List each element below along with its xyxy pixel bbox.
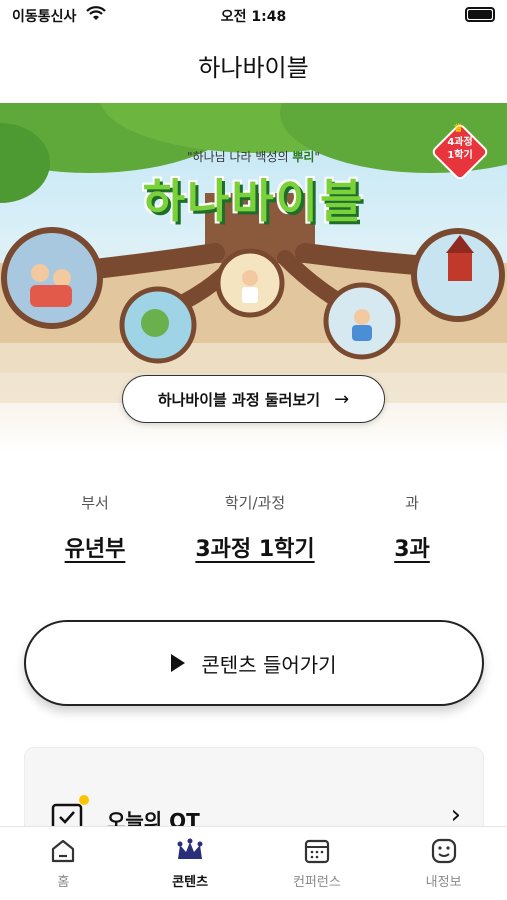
clock: 오전 1:48 <box>220 9 287 25</box>
badge-crown-icon: ♛ <box>453 121 464 135</box>
department-selector[interactable]: 부서 유년부 <box>40 492 150 563</box>
tab-my-info[interactable]: 내정보 <box>380 827 507 900</box>
badge-line1: 4과정 <box>447 137 473 148</box>
tab-bar: 홈 콘텐츠 컨퍼런스 내정보 <box>0 826 507 900</box>
course-overview-button[interactable]: 하나바이블 과정 둘러보기 → <box>122 375 385 423</box>
battery-icon <box>465 7 495 22</box>
page-title: 하나바이블 <box>198 54 309 82</box>
home-icon <box>52 839 75 863</box>
department-label: 부서 <box>81 494 109 512</box>
tab-conference-label: 컨퍼런스 <box>292 875 341 890</box>
crown-icon <box>177 838 203 859</box>
tab-contents-label: 콘텐츠 <box>172 875 209 890</box>
department-value[interactable]: 유년부 <box>40 531 150 563</box>
enter-content-button[interactable]: 콘텐츠 들어가기 <box>24 620 484 706</box>
enter-content-label: 콘텐츠 들어가기 <box>201 652 337 677</box>
lesson-value[interactable]: 3과 <box>362 531 462 563</box>
tagline-prefix: "하나님 나라 백성의 <box>187 150 293 164</box>
course-overview-label: 하나바이블 과정 둘러보기 <box>157 390 321 409</box>
tagline-emphasis: 뿌리 <box>292 150 315 164</box>
course-badge: ♛ 4과정 1학기 <box>430 121 490 182</box>
arrow-right-icon: → <box>334 388 350 410</box>
status-bar: 이동통신사 오전 1:48 <box>0 0 507 30</box>
term-selector[interactable]: 학기/과정 3과정 1학기 <box>170 492 340 563</box>
notification-dot <box>79 795 89 805</box>
play-icon <box>171 654 186 672</box>
term-value[interactable]: 3과정 1학기 <box>170 531 340 563</box>
tab-home-label: 홈 <box>57 875 70 890</box>
tab-contents[interactable]: 콘텐츠 <box>127 827 254 900</box>
tab-my-info-label: 내정보 <box>425 875 462 890</box>
tab-home[interactable]: 홈 <box>0 827 127 900</box>
smiley-icon <box>431 838 456 864</box>
badge-line2: 1학기 <box>447 150 473 161</box>
tagline-suffix: " <box>314 150 320 164</box>
term-label: 학기/과정 <box>224 494 286 512</box>
lesson-label: 과 <box>405 494 419 512</box>
tab-conference[interactable]: 컨퍼런스 <box>254 827 381 900</box>
lesson-selector[interactable]: 과 3과 <box>362 492 462 563</box>
calendar-icon <box>304 839 329 864</box>
badge-text: 4과정 1학기 <box>431 136 489 162</box>
